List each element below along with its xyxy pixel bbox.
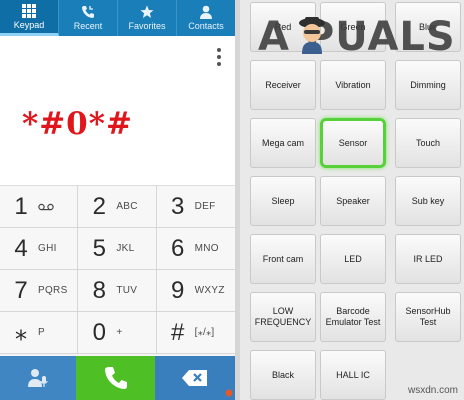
key-digit: 8	[92, 276, 106, 304]
phone-dialer: Keypad Recent Favorites Contacts *#0*# 1…	[0, 0, 235, 400]
test-button-label: Sensor	[338, 137, 368, 148]
key-digit: 1	[14, 192, 28, 220]
star-icon	[140, 5, 154, 18]
key-9[interactable]: 9 WXYZ	[156, 270, 235, 312]
test-button-label: Barcode Emulator Test	[325, 306, 381, 327]
key-digit: #	[170, 318, 185, 346]
test-button-label: Vibration	[335, 79, 371, 90]
key-digit: 9	[170, 276, 185, 304]
test-barcode-emulator-button[interactable]: Barcode Emulator Test	[320, 292, 386, 342]
key-0[interactable]: 0 +	[78, 312, 157, 354]
key-4[interactable]: 4 GHI	[0, 228, 79, 270]
test-button-label: Sleep	[271, 195, 295, 206]
test-button-label: Touch	[415, 137, 441, 148]
test-sub-key-button[interactable]: Sub key	[395, 176, 461, 226]
tab-recent[interactable]: Recent	[59, 0, 118, 36]
test-button-label: Mega cam	[261, 137, 305, 148]
test-mega-cam-button[interactable]: Mega cam	[250, 118, 316, 168]
key-digit: 6	[170, 234, 185, 262]
key-digit: 5	[92, 234, 106, 262]
key-digit: 0	[92, 318, 106, 346]
tab-keypad[interactable]: Keypad	[0, 0, 59, 36]
tab-recent-label: Recent	[73, 21, 103, 31]
test-button-label: Receiver	[265, 79, 301, 90]
test-black-button[interactable]: Black	[250, 350, 316, 400]
key-8[interactable]: 8 TUV	[78, 270, 157, 312]
key-letters: DEF	[194, 201, 216, 212]
key-letters: WXYZ	[194, 285, 225, 296]
key-letters: MNO	[194, 243, 219, 254]
key-6[interactable]: 6 MNO	[156, 228, 235, 270]
key-3[interactable]: 3 DEF	[156, 186, 235, 228]
dialer-action-bar	[0, 356, 235, 400]
key-letters: P	[38, 327, 45, 338]
key-star[interactable]: ⁎ P	[0, 312, 79, 354]
test-button-label: IR LED	[413, 253, 443, 264]
test-vibration-button[interactable]: Vibration	[320, 60, 386, 110]
key-1[interactable]: 1	[0, 186, 79, 228]
test-button-label: Black	[271, 369, 294, 380]
test-button-label: Front cam	[262, 253, 304, 264]
voice-dial-button[interactable]	[0, 356, 76, 400]
call-button[interactable]	[76, 356, 155, 400]
voicemail-icon	[38, 203, 54, 210]
key-letters: +	[116, 327, 123, 338]
notification-dot-icon	[225, 389, 233, 397]
dialed-number: *#0*#	[22, 106, 133, 142]
test-sleep-button[interactable]: Sleep	[250, 176, 316, 226]
voice-dial-icon	[28, 369, 48, 387]
test-receiver-button[interactable]: Receiver	[250, 60, 316, 110]
key-letters: GHI	[38, 243, 57, 254]
test-touch-button[interactable]: Touch	[395, 118, 461, 168]
key-digit: 7	[14, 276, 28, 304]
recent-calls-icon	[82, 6, 94, 18]
tab-favorites-label: Favorites	[128, 21, 166, 31]
keypad-icon	[22, 3, 36, 18]
key-letters: TUV	[116, 285, 138, 296]
appuals-mascot-logo-icon	[299, 17, 325, 54]
test-button-label: LED	[344, 253, 362, 264]
test-sensor-button[interactable]: Sensor	[320, 118, 386, 168]
test-sensorhub-button[interactable]: SensorHub Test	[395, 292, 461, 342]
key-7[interactable]: 7 PQRS	[0, 270, 79, 312]
key-digit: ⁎	[15, 319, 27, 346]
test-button-label: Dimming	[410, 79, 446, 90]
test-button-label: Sub key	[411, 195, 445, 206]
tab-contacts[interactable]: Contacts	[177, 0, 235, 36]
tab-keypad-label: Keypad	[13, 19, 45, 30]
site-watermark: wsxdn.com	[407, 385, 458, 396]
appuals-logo-text: A PUALS	[258, 14, 456, 60]
test-low-frequency-button[interactable]: LOW FREQUENCY	[250, 292, 316, 342]
test-dimming-button[interactable]: Dimming	[395, 60, 461, 110]
person-icon	[200, 5, 212, 19]
test-ir-led-button[interactable]: IR LED	[395, 234, 461, 284]
test-button-label: Speaker	[336, 195, 370, 206]
key-2[interactable]: 2 ABC	[78, 186, 157, 228]
backspace-button[interactable]	[155, 356, 235, 400]
key-letters: PQRS	[38, 285, 68, 296]
dialed-number-display: *#0*#	[0, 36, 235, 186]
test-speaker-button[interactable]: Speaker	[320, 176, 386, 226]
tab-contacts-label: Contacts	[188, 21, 224, 31]
key-letters: ABC	[116, 201, 138, 212]
test-button-label: LOW FREQUENCY	[254, 306, 312, 327]
test-hall-ic-button[interactable]: HALL IC	[320, 350, 386, 400]
test-button-label: HALL IC	[336, 369, 370, 380]
key-5[interactable]: 5 JKL	[78, 228, 157, 270]
key-letters: JKL	[116, 243, 135, 254]
backspace-icon	[182, 370, 207, 386]
overflow-menu-icon[interactable]	[217, 48, 221, 66]
phone-icon	[104, 367, 127, 389]
dial-keypad: 1 2 ABC 3 DEF 4 GHI 5 JKL 6 MNO 7 PQRS 8 TUV 9W…	[0, 186, 235, 354]
key-digit: 3	[170, 192, 185, 220]
test-button-label: SensorHub Test	[405, 306, 451, 327]
test-led-button[interactable]: LED	[320, 234, 386, 284]
test-front-cam-button[interactable]: Front cam	[250, 234, 316, 284]
key-hash[interactable]: # [⁎/⁎]	[156, 312, 235, 354]
key-letters: [⁎/⁎]	[194, 327, 215, 338]
dialer-tab-bar: Keypad Recent Favorites Contacts	[0, 0, 235, 36]
key-digit: 2	[92, 192, 106, 220]
key-digit: 4	[14, 234, 28, 262]
tab-favorites[interactable]: Favorites	[118, 0, 177, 36]
